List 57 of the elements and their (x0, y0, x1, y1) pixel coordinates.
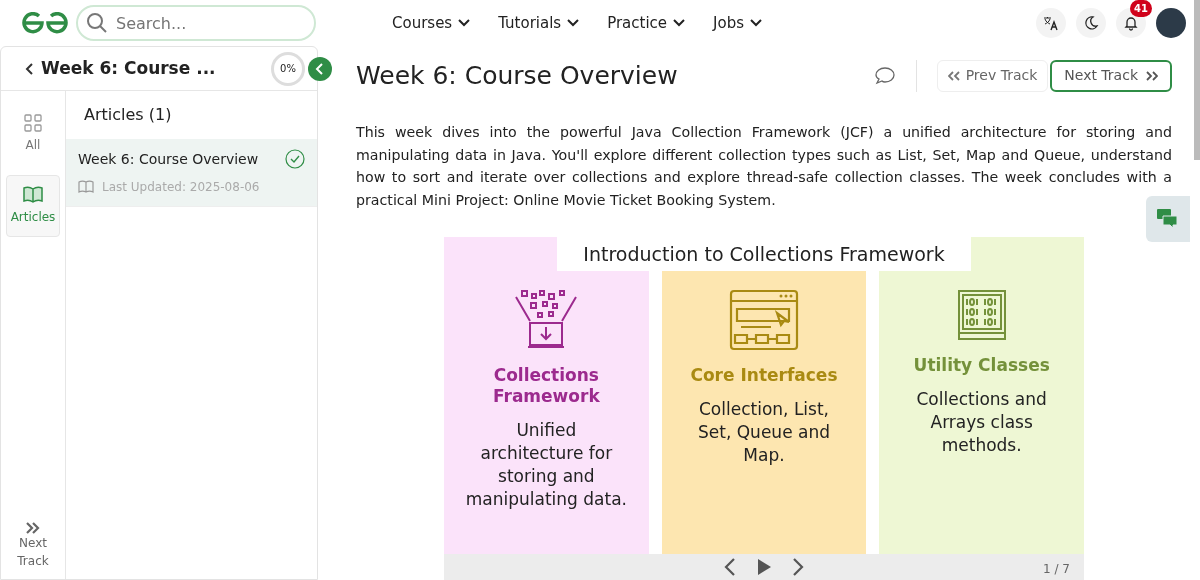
nav-menu[interactable]: Tutorials (498, 11, 580, 35)
progress-ring: 0% (271, 51, 305, 86)
dark-mode-button[interactable] (1076, 8, 1106, 38)
course-title: Week 6: Course ... (41, 56, 216, 80)
logo-icon[interactable] (22, 12, 68, 34)
last-updated: Last Updated: 2025-08-06 (102, 179, 260, 196)
chat-icon (1157, 209, 1179, 229)
search-field[interactable]: Search... (76, 5, 316, 41)
chevron-down-icon (567, 19, 580, 27)
panel-text: Collections and Arrays class methods. (915, 388, 1048, 458)
translate-icon (1043, 15, 1059, 31)
chevron-down-icon (458, 19, 471, 27)
chevron-left-icon (315, 63, 325, 75)
nav-menu[interactable]: Jobs (713, 11, 762, 35)
rail-tab[interactable]: Articles (6, 175, 60, 237)
panel-text: Collection, List, Set, Queue and Map. (697, 398, 831, 468)
collapse-button[interactable] (308, 57, 332, 81)
browser-window-icon (729, 289, 799, 352)
panel-heading: Collections Framework (492, 365, 601, 408)
slide-counter: 1 / 7 (1043, 561, 1070, 578)
notification-count: 41 (1130, 0, 1152, 17)
next-track-link[interactable]: Next Track (1, 521, 65, 571)
double-chevron-left-icon (947, 70, 960, 81)
next-icon[interactable] (792, 558, 804, 576)
play-icon[interactable] (756, 558, 772, 576)
back-icon[interactable] (25, 62, 33, 75)
panel-text: Unified architecture for storing and manipulating data. (464, 419, 628, 512)
binary-code-icon (956, 289, 1007, 342)
search-icon (86, 12, 108, 34)
prev-track-button[interactable]: Prev Track (936, 59, 1049, 92)
chevron-down-icon (673, 19, 686, 27)
panel-heading: Core Interfaces (690, 365, 838, 387)
nav-menu[interactable]: Courses (392, 11, 471, 35)
moon-icon (1083, 15, 1099, 31)
slide-title: Introduction to Collections Framework (557, 237, 971, 272)
comment-icon[interactable] (873, 65, 896, 86)
section-heading: Articles (1) (83, 104, 173, 126)
previous-icon[interactable] (724, 558, 736, 576)
chat-button[interactable] (1146, 196, 1190, 242)
book-icon (23, 186, 43, 204)
rail-tab[interactable]: All (6, 103, 60, 165)
article-title: Week 6: Course Overview (78, 150, 259, 169)
description-paragraph: This week dives into the powerful Java Collection Framework (JCF) a unified architecture for storing and manipulating data in Java. You'll explore different collection types such as List, Set, Map and Queue, understand how to sort and iterate over collections and explore thread-safe collection classes. The week concludes with a practical Mini Project: Online Movie Ticket Booking System. (356, 123, 1172, 210)
chevron-down-icon (750, 19, 762, 27)
double-chevron-right-icon (26, 522, 40, 534)
article-item[interactable]: Week 6: Course Overview Last Updated: 2025-08-06 (66, 139, 317, 207)
panel-heading: Utility Classes (913, 355, 1050, 377)
grid-icon (24, 114, 42, 132)
page-title: Week 6: Course Overview (356, 60, 678, 91)
translate-button[interactable] (1036, 8, 1066, 38)
bell-icon (1123, 15, 1139, 31)
scrollbar[interactable] (1194, 0, 1200, 160)
avatar[interactable] (1156, 8, 1186, 38)
nav-menu[interactable]: Practice (607, 11, 686, 35)
double-chevron-right-icon (1146, 70, 1158, 81)
book-icon (78, 180, 94, 194)
next-track-button[interactable]: Next Track (1050, 59, 1172, 92)
